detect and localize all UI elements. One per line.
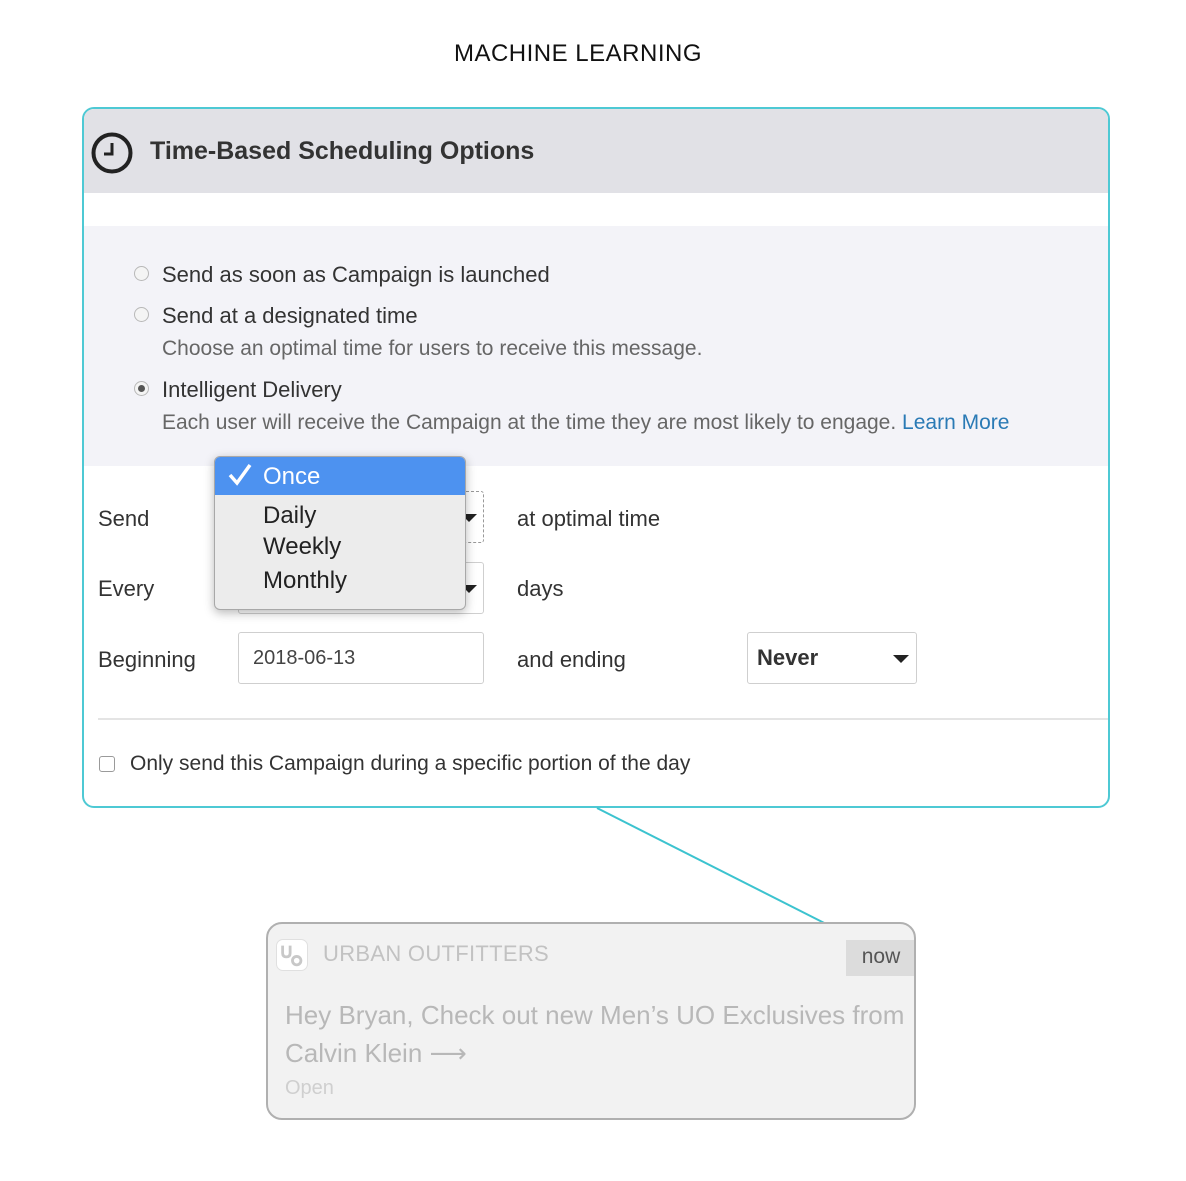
every-suffix: days [517,576,564,601]
radio-designated-time[interactable] [134,307,149,322]
panel-title: Time-Based Scheduling Options [150,137,535,165]
menu-item-label: Weekly [263,533,342,560]
chevron-down-icon [893,655,909,663]
ending-label: and ending [517,647,626,672]
delivery-options: Send as soon as Campaign is launched Sen… [84,226,1108,466]
beginning-date-value: 2018-06-13 [253,647,356,669]
intelligent-delivery-description: Each user will receive the Campaign at t… [162,411,897,434]
frequency-dropdown-menu: Once Daily Weekly Monthly [214,456,466,610]
option-label-intelligent-delivery: Intelligent Delivery [162,377,342,402]
menu-item-once[interactable]: Once [215,457,465,495]
menu-item-weekly[interactable]: Weekly [215,529,465,563]
send-suffix: at optimal time [517,506,661,531]
beginning-label: Beginning [98,647,196,672]
option-label-designated-time: Send at a designated time [162,303,418,328]
app-logo-icon [276,939,308,971]
push-notification-preview: URBAN OUTFITTERS now Hey Bryan, Check ou… [266,922,916,1120]
notification-open-action[interactable]: Open [285,1077,334,1100]
menu-item-daily[interactable]: Daily [215,495,465,529]
option-desc-designated-time: Choose an optimal time for users to rece… [162,337,703,360]
notification-time: now [846,940,914,976]
beginning-date-input[interactable]: 2018-06-13 [238,632,484,684]
panel-header: Time-Based Scheduling Options [84,109,1108,193]
menu-item-label: Once [263,463,321,490]
notification-message: Hey Bryan, Check out new Men’s UO Exclus… [285,1000,905,1068]
page-title: MACHINE LEARNING [453,40,703,67]
clock-icon [91,132,133,174]
checkmark-icon [228,463,252,486]
learn-more-link[interactable]: Learn More [902,411,1009,434]
ending-select[interactable]: Never [747,632,917,684]
radio-send-on-launch[interactable] [134,266,149,281]
menu-item-monthly[interactable]: Monthly [215,563,465,599]
notification-app-name: URBAN OUTFITTERS [323,941,550,966]
divider [98,718,1108,720]
portion-of-day-checkbox[interactable] [99,756,115,772]
uo-logo-icon [281,945,303,967]
option-label-send-on-launch: Send as soon as Campaign is launched [162,262,550,287]
option-desc-intelligent-delivery: Each user will receive the Campaign at t… [162,411,1009,435]
menu-item-label: Monthly [263,567,348,594]
ending-value: Never [757,645,819,670]
send-label: Send [98,506,150,531]
menu-item-label: Daily [263,502,317,529]
radio-intelligent-delivery[interactable] [134,381,149,396]
portion-of-day-label: Only send this Campaign during a specifi… [130,752,691,775]
every-label: Every [98,576,155,601]
